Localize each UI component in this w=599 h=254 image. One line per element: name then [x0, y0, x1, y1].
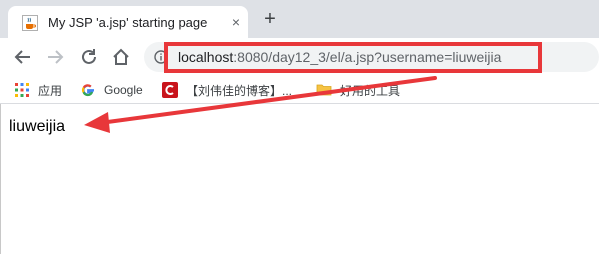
- bookmark-label: 【刘伟佳的博客】...: [186, 83, 293, 98]
- folder-icon: [316, 84, 332, 96]
- tab-strip: My JSP 'a.jsp' starting page × +: [0, 0, 599, 38]
- home-icon[interactable]: [110, 46, 132, 68]
- annotation-highlight-box: [164, 42, 542, 73]
- bookmarks-bar: 应用 Google 【刘伟佳的博客】... 好用的工具: [0, 76, 599, 104]
- csdn-c-icon: [162, 82, 178, 98]
- back-arrow-icon[interactable]: [12, 46, 34, 68]
- tab-title: My JSP 'a.jsp' starting page: [48, 15, 208, 30]
- apps-grid-icon: [15, 83, 29, 97]
- bookmark-google[interactable]: Google: [80, 81, 143, 99]
- bookmark-apps[interactable]: 应用: [14, 81, 62, 99]
- close-icon[interactable]: ×: [228, 14, 244, 30]
- forward-arrow-icon[interactable]: [44, 46, 66, 68]
- bookmark-label: 应用: [38, 83, 63, 98]
- reload-icon[interactable]: [78, 46, 100, 68]
- browser-tab[interactable]: My JSP 'a.jsp' starting page ×: [8, 6, 248, 38]
- page-body-text: liuweijia: [9, 118, 66, 135]
- new-tab-button[interactable]: +: [260, 9, 280, 29]
- bookmark-label: Google: [104, 83, 143, 97]
- bookmark-label: 好用的工具: [340, 83, 401, 98]
- google-g-icon: [81, 84, 94, 97]
- java-cup-icon: [22, 15, 38, 31]
- window-edge: [0, 104, 1, 254]
- bookmark-folder-tools[interactable]: 好用的工具: [316, 81, 400, 99]
- bookmark-csdn-blog[interactable]: 【刘伟佳的博客】...: [162, 81, 292, 99]
